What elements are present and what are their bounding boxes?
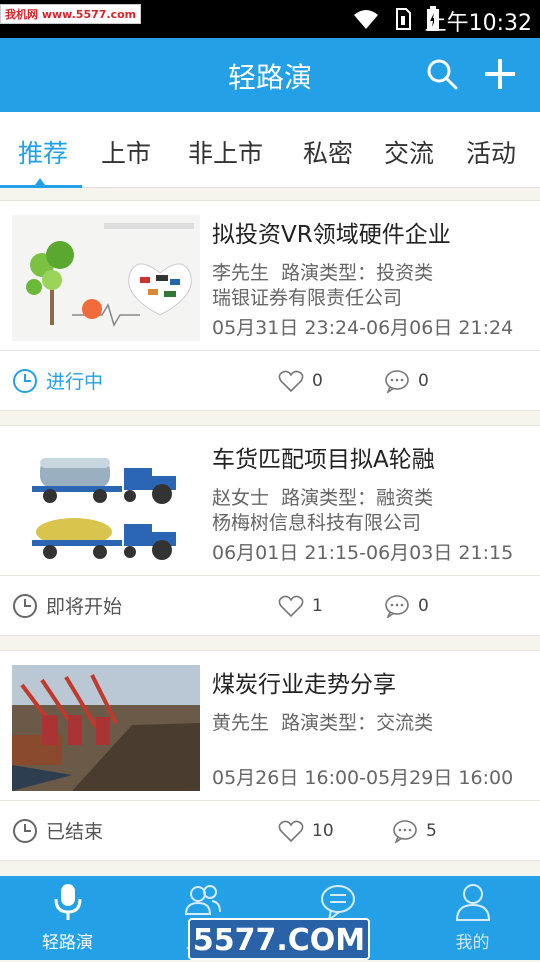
roadshow-card[interactable]: 拟投资VR领域硬件企业 李先生 路演类型：投资类 瑞银证券有限责任公司 05月3… <box>0 200 540 411</box>
tab-activity[interactable]: 活动 <box>466 134 516 170</box>
clock-time: 上午10:32 <box>424 11 532 36</box>
tab-private[interactable]: 私密 <box>303 134 353 170</box>
contacts-icon <box>184 885 221 915</box>
roadshow-type: 路演类型：交流类 <box>281 712 434 734</box>
watermark-label: 我机网 www.5577.com <box>0 4 142 24</box>
card-footer: 进行中 0 0 <box>0 351 540 411</box>
comment-count: 5 <box>426 821 437 841</box>
roadshow-presenter: 李先生 <box>212 262 270 284</box>
roadshow-card[interactable]: 车货匹配项目拟A轮融 赵女士 路演类型：融资类 杨梅树信息科技有限公司 06月0… <box>0 425 540 636</box>
roadshow-thumbnail <box>12 665 200 791</box>
like-count: 1 <box>312 596 323 616</box>
roadshow-title: 煤炭行业走势分享 <box>212 672 396 698</box>
sim-icon <box>396 8 411 30</box>
card-footer: 即将开始 1 0 <box>0 576 540 636</box>
roadshow-thumbnail <box>12 440 200 566</box>
tab-unlisted[interactable]: 非上市 <box>188 134 263 170</box>
comment-icon <box>385 370 409 393</box>
microphone-icon <box>54 884 82 920</box>
clock-icon <box>13 368 37 393</box>
comment-icon <box>385 595 409 618</box>
category-tabs: 推荐 上市 非上市 私密 交流 活动 <box>0 112 540 188</box>
heart-icon <box>278 595 304 618</box>
nav-profile[interactable]: 我的 <box>405 876 540 960</box>
status-label: 已结束 <box>46 821 104 843</box>
status-indicator: 进行中 <box>12 367 103 394</box>
roadshow-time: 05月26日 16:00-05月29日 16:00 <box>212 767 514 789</box>
status-bar: 我机网 www.5577.com 上午10:32 <box>0 0 540 38</box>
nav-label: 我的 <box>455 933 490 953</box>
clock-icon <box>13 593 37 618</box>
comment-button[interactable]: 0 <box>384 369 429 393</box>
tab-exchange[interactable]: 交流 <box>384 134 434 170</box>
like-count: 10 <box>312 821 334 841</box>
roadshow-company: 瑞银证券有限责任公司 <box>212 287 403 309</box>
clock-icon <box>13 818 37 843</box>
status-indicator: 即将开始 <box>12 592 122 619</box>
status-label: 进行中 <box>46 371 104 393</box>
roadshow-presenter: 赵女士 <box>212 487 270 509</box>
app-bar: 轻路演 <box>0 38 540 112</box>
roadshow-title: 车货匹配项目拟A轮融 <box>212 447 435 473</box>
roadshow-title: 拟投资VR领域硬件企业 <box>212 222 451 248</box>
nav-roadshow[interactable]: 轻路演 <box>0 876 135 960</box>
status-label: 即将开始 <box>46 596 123 618</box>
comment-icon <box>393 820 417 843</box>
tab-listed[interactable]: 上市 <box>101 134 151 170</box>
comment-button[interactable]: 0 <box>384 594 429 618</box>
card-footer: 已结束 10 5 <box>0 801 540 861</box>
status-indicator: 已结束 <box>12 817 103 844</box>
roadshow-company: 杨梅树信息科技有限公司 <box>212 512 422 534</box>
roadshow-presenter: 黄先生 <box>212 712 270 734</box>
roadshow-card[interactable]: 煤炭行业走势分享 黄先生 路演类型：交流类 05月26日 16:00-05月29… <box>0 650 540 861</box>
roadshow-presenter-line: 李先生 路演类型：投资类 <box>212 258 433 285</box>
user-icon <box>455 884 491 921</box>
nav-label: 轻路演 <box>42 933 93 953</box>
roadshow-presenter-line: 赵女士 路演类型：融资类 <box>212 483 433 510</box>
active-tab-caret <box>35 178 45 185</box>
like-button[interactable]: 0 <box>278 369 323 393</box>
roadshow-time: 06月01日 21:15-06月03日 21:15 <box>212 542 514 564</box>
tab-recommended[interactable]: 推荐 <box>18 134 68 170</box>
roadshow-thumbnail <box>12 215 200 341</box>
comment-count: 0 <box>418 596 429 616</box>
heart-icon <box>278 820 304 843</box>
wifi-icon <box>354 10 378 29</box>
roadshow-type: 路演类型：投资类 <box>281 262 434 284</box>
active-tab-underline <box>0 185 82 188</box>
like-count: 0 <box>312 371 323 391</box>
message-icon <box>321 885 355 922</box>
roadshow-presenter-line: 黄先生 路演类型：交流类 <box>212 708 433 735</box>
add-icon[interactable] <box>482 56 518 92</box>
like-button[interactable]: 1 <box>278 594 323 618</box>
search-icon[interactable] <box>424 56 460 92</box>
roadshow-time: 05月31日 23:24-06月06日 21:24 <box>212 317 514 339</box>
roadshow-type: 路演类型：融资类 <box>281 487 434 509</box>
heart-icon <box>278 370 304 393</box>
comment-button[interactable]: 5 <box>392 819 437 843</box>
like-button[interactable]: 10 <box>278 819 334 843</box>
comment-count: 0 <box>418 371 429 391</box>
site-watermark: 5577.COM <box>188 918 370 960</box>
